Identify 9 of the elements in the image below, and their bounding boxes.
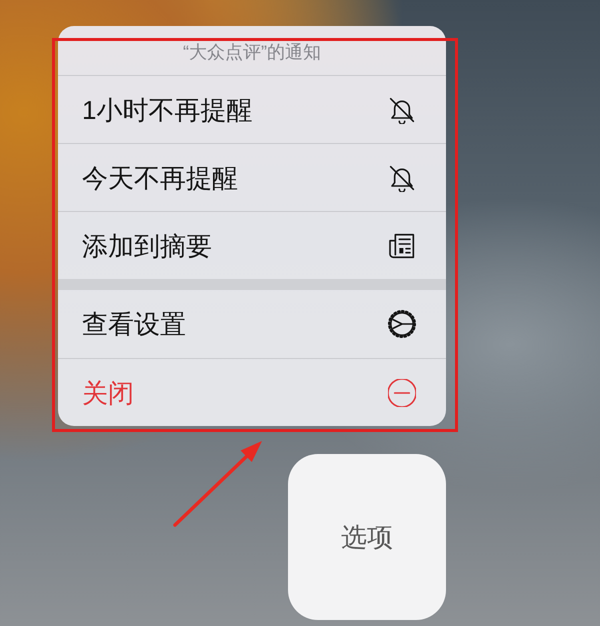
bell-slash-icon (388, 96, 416, 124)
menu-item[interactable]: 1小时不再提醒 (58, 75, 446, 143)
menu-title: “大众点评”的通知 (183, 43, 321, 61)
menu-item[interactable]: 今天不再提醒 (58, 143, 446, 211)
options-button[interactable]: 选项 (288, 454, 446, 620)
bell-slash-icon (388, 164, 416, 192)
newspaper-icon (388, 232, 416, 260)
settings-icon (388, 310, 416, 338)
menu-item[interactable]: 查看设置 (58, 290, 446, 358)
